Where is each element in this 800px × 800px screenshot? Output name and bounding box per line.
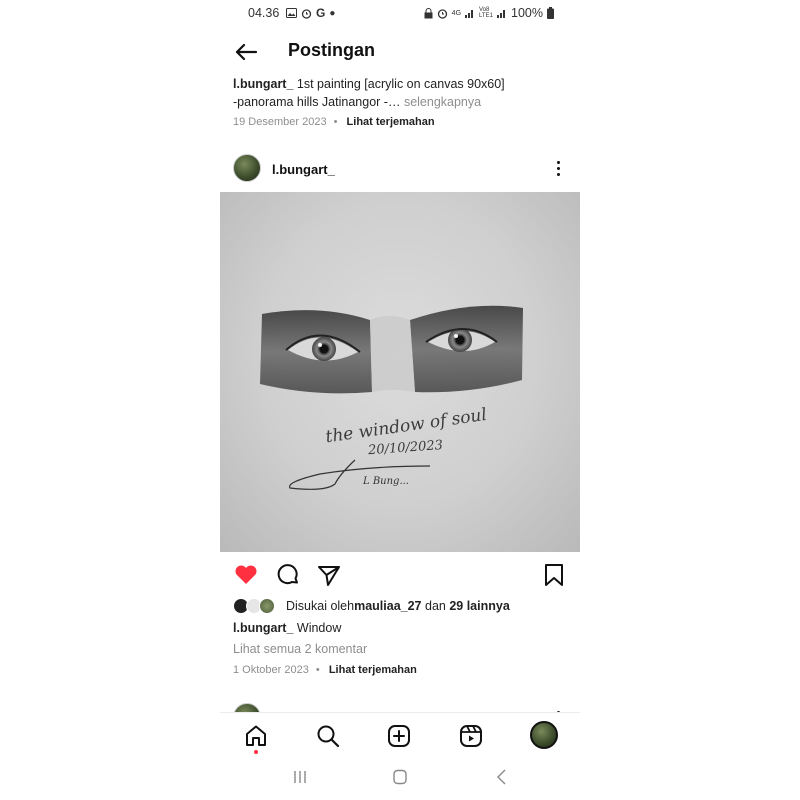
post-image[interactable]: the window of soul 20/10/2023 L Bung... <box>220 192 580 552</box>
recent-apps-icon[interactable] <box>290 768 310 786</box>
caption-username[interactable]: l.bungart_ <box>233 621 293 635</box>
phone-screen: 04.36 G ● 4G Vo8 LTE1 100% Postingan l.b… <box>220 0 580 800</box>
caption-text: Window <box>293 621 342 635</box>
back-button-icon[interactable] <box>492 768 512 786</box>
share-icon[interactable] <box>316 562 342 588</box>
artwork-drawing: the window of soul 20/10/2023 L Bung... <box>260 305 523 490</box>
likes-user[interactable]: mauliaa_27 <box>354 599 421 613</box>
alarm-icon <box>301 8 312 19</box>
post-header: l.bungart_ <box>220 150 580 190</box>
likes-summary[interactable]: Disukai oleh mauliaa_27 dan 29 lainnya <box>233 597 510 615</box>
post-username[interactable]: l.bungart_ <box>272 162 335 177</box>
system-navigation <box>220 760 580 794</box>
network-4g-label: 4G <box>451 9 462 17</box>
artwork-date-text: 20/10/2023 <box>367 438 444 458</box>
search-icon[interactable] <box>315 723 341 749</box>
home-button-icon[interactable] <box>390 768 410 786</box>
more-link[interactable]: selengkapnya <box>404 95 481 109</box>
post-caption: l.bungart_ Window <box>233 621 341 635</box>
avatar <box>259 598 275 614</box>
avatar[interactable] <box>233 703 261 712</box>
caption-text-line1: 1st painting [acrylic on canvas 90x60] <box>293 77 505 91</box>
bottom-nav <box>220 712 580 758</box>
home-icon[interactable] <box>243 723 269 749</box>
create-icon[interactable] <box>386 723 412 749</box>
post-meta: 1 Oktober 2023 • Lihat terjemahan <box>233 664 417 676</box>
image-icon <box>286 8 297 18</box>
status-left-icons: G ● <box>286 6 335 20</box>
status-bar: 04.36 G ● 4G Vo8 LTE1 100% <box>220 0 580 28</box>
profile-avatar[interactable] <box>530 721 558 749</box>
meta-separator: • <box>315 664 320 676</box>
page-title: Postingan <box>288 40 376 60</box>
google-icon: G <box>316 6 326 20</box>
battery-percent: 100% <box>511 6 543 20</box>
comment-icon[interactable] <box>275 562 301 588</box>
battery-icon <box>547 7 554 19</box>
volte-label: Vo8 LTE1 <box>479 7 493 19</box>
notification-dot <box>254 750 258 754</box>
caption-username[interactable]: l.bungart_ <box>233 77 293 91</box>
status-right-icons: 4G Vo8 LTE1 100% <box>424 6 554 20</box>
bookmark-icon[interactable] <box>541 562 567 588</box>
alarm-icon <box>437 8 447 19</box>
likes-others[interactable]: 29 lainnya <box>449 599 509 613</box>
heart-icon[interactable] <box>233 562 259 588</box>
lock-icon <box>424 7 433 18</box>
meta-separator: • <box>333 116 338 128</box>
status-time: 04.36 <box>248 6 280 20</box>
likes-middle: dan <box>421 599 450 613</box>
dot-icon: ● <box>329 7 336 19</box>
top-header: Postingan <box>220 30 580 74</box>
post-date: 19 Desember 2023 <box>233 116 327 128</box>
more-options-icon[interactable] <box>548 156 568 180</box>
previous-post-meta: 19 Desember 2023 • Lihat terjemahan <box>233 116 435 128</box>
translate-link[interactable]: Lihat terjemahan <box>329 664 417 676</box>
next-post-peek <box>220 700 580 712</box>
post-actions <box>220 558 580 592</box>
avatar[interactable] <box>233 154 261 182</box>
translate-link[interactable]: Lihat terjemahan <box>347 116 435 128</box>
liker-avatars <box>233 597 283 615</box>
previous-post-caption: l.bungart_ 1st painting [acrylic on canv… <box>233 75 573 111</box>
likes-prefix: Disukai oleh <box>286 599 355 613</box>
view-comments-link[interactable]: Lihat semua 2 komentar <box>233 642 367 656</box>
caption-text-line2: -panorama hills Jatinangor -… <box>233 95 401 109</box>
signal-icon <box>465 10 474 18</box>
signal-icon <box>497 10 506 18</box>
reels-icon[interactable] <box>458 723 484 749</box>
back-arrow-icon[interactable] <box>232 38 260 66</box>
artwork-signature-text: L Bung... <box>362 476 409 487</box>
post-date: 1 Oktober 2023 <box>233 664 309 676</box>
